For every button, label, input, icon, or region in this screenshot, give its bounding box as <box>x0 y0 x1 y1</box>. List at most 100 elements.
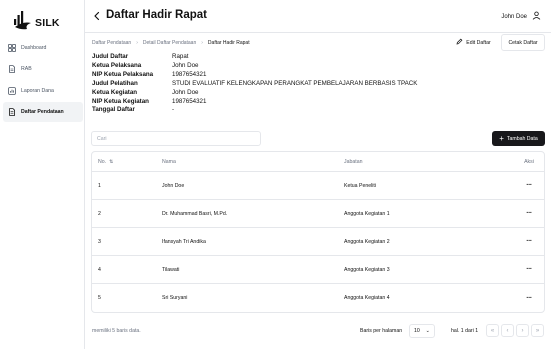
back-arrow-icon[interactable] <box>92 11 102 21</box>
info-value: 1987654321 <box>172 70 207 78</box>
chevron-right-icon: › <box>136 40 138 46</box>
search-input[interactable] <box>91 131 261 146</box>
last-page-button[interactable]: » <box>531 324 544 337</box>
info-row: Ketua Kegiatan John Doe <box>92 89 417 98</box>
detail-info: Judul Daftar Rapat Ketua Pelaksana John Do… <box>92 53 417 115</box>
cell-nama: Tilawati <box>162 266 180 273</box>
more-actions-icon[interactable]: ··· <box>526 182 532 189</box>
more-actions-icon[interactable]: ··· <box>526 266 532 273</box>
tambah-data-button[interactable]: + Tambah Data <box>492 131 545 146</box>
previous-page-button[interactable]: ‹ <box>501 324 514 337</box>
sidebar-item-dashboard[interactable]: Dashboard <box>3 38 83 58</box>
chevron-right-icon: › <box>201 40 203 46</box>
plus-icon: + <box>499 133 504 143</box>
sidebar-nav: Dashboard RAB Laporan Dana Daftar Pendat… <box>3 38 83 123</box>
user-icon <box>532 11 541 22</box>
sidebar: SILK Dashboard RAB Laporan Dana Daftar P… <box>0 0 85 349</box>
cell-jabatan: Anggota Kegiatan 1 <box>344 210 390 217</box>
cell-jabatan: Ketua Peneliti <box>344 182 377 189</box>
info-key: Tanggal Daftar <box>92 106 135 114</box>
cetak-daftar-button[interactable]: Cetak Daftar <box>501 34 545 51</box>
page-title: Daftar Hadir Rapat <box>106 9 207 21</box>
more-actions-icon[interactable]: ··· <box>526 238 532 245</box>
chevron-right-icon: › <box>521 327 524 334</box>
info-key: Ketua Pelaksana <box>92 61 142 69</box>
report-icon <box>8 86 16 95</box>
column-header-jabatan: Jabatan <box>344 158 363 165</box>
first-page-button[interactable]: « <box>486 324 499 337</box>
info-row: NIP Ketua Pelaksana 1987654321 <box>92 71 417 80</box>
cell-nama: Sri Suryani <box>162 295 188 301</box>
next-page-button[interactable]: › <box>516 324 529 337</box>
more-actions-icon[interactable]: ··· <box>526 295 532 302</box>
column-header-label: No. <box>98 158 107 165</box>
sidebar-item-rab[interactable]: RAB <box>3 59 83 79</box>
cell-no: 3 <box>98 238 101 245</box>
cell-jabatan: Anggota Kegiatan 2 <box>344 238 390 245</box>
chevron-down-icon: ⌄ <box>425 328 430 334</box>
column-header-no[interactable]: No. ⇅ <box>92 159 156 165</box>
cell-nama: John Doe <box>162 182 185 189</box>
breadcrumb: Daftar Pendataan › Detail Daftar Pendata… <box>92 40 250 46</box>
cell-no: 1 <box>98 182 101 189</box>
cell-jabatan: Anggota Kegiatan 3 <box>344 266 390 273</box>
sidebar-item-label: Daftar Pendataan <box>21 108 64 115</box>
table-header: No. ⇅ Nama Jabatan Aksi <box>92 152 544 172</box>
dashboard-icon <box>8 44 16 52</box>
user-menu[interactable]: John Doe <box>501 11 541 22</box>
info-row: Judul Pelatihan STUDI EVALUATIF KELENGKAP… <box>92 80 417 89</box>
info-key: Judul Daftar <box>92 53 129 60</box>
info-value: John Doe <box>172 61 199 69</box>
row-count-text: memiliki 5 baris data. <box>92 328 141 334</box>
user-name: John Doe <box>501 13 527 20</box>
info-row: Judul Daftar Rapat <box>92 53 417 62</box>
info-value: Rapat <box>172 53 189 60</box>
column-header-aksi: Aksi <box>524 158 534 165</box>
more-actions-icon[interactable]: ··· <box>526 210 532 217</box>
top-bar: Daftar Hadir Rapat John Doe <box>85 0 551 33</box>
sidebar-item-label: RAB <box>21 66 32 73</box>
table-row: 5 Sri Suryani Anggota Kegiatan 4 ··· <box>92 284 544 312</box>
rows-per-page-label: Baris per halaman <box>360 328 403 334</box>
info-key: Ketua Kegiatan <box>92 88 138 96</box>
edit-daftar-label: Edit Daftar <box>466 39 491 46</box>
rows-per-page-select[interactable]: 10 ⌄ <box>409 324 435 338</box>
breadcrumb-current: Daftar Hadir Rapat <box>207 40 250 46</box>
cell-no: 4 <box>98 266 101 273</box>
chevron-left-icon: ‹ <box>506 327 509 334</box>
table-row: 3 Ifansyah Tri Andika Anggota Kegiatan 2… <box>92 228 544 256</box>
info-row: Ketua Pelaksana John Doe <box>92 62 417 71</box>
breadcrumb-item[interactable]: Daftar Pendataan <box>92 40 131 46</box>
logo-mark-icon <box>14 11 31 30</box>
edit-icon <box>456 38 463 47</box>
logo-text: SILK <box>35 17 60 29</box>
list-icon <box>8 108 16 116</box>
rows-per-page-value: 10 <box>414 328 420 334</box>
breadcrumb-item[interactable]: Detail Daftar Pendataan <box>143 40 196 46</box>
chevron-double-left-icon: « <box>490 327 495 334</box>
info-key: NIP Ketua Pelaksana <box>92 70 154 78</box>
column-header-nama: Nama <box>162 158 176 165</box>
info-key: NIP Ketua Kegiatan <box>92 97 149 105</box>
info-row: Tanggal Daftar - <box>92 106 417 115</box>
page-indicator: hal. 1 dari 1 <box>451 328 479 334</box>
sidebar-item-label: Dashboard <box>21 45 47 51</box>
cell-nama: Ifansyah Tri Andika <box>162 238 206 245</box>
cetak-daftar-label: Cetak Daftar <box>508 39 538 46</box>
sidebar-item-label: Laporan Dana <box>21 87 54 94</box>
cell-jabatan: Anggota Kegiatan 4 <box>344 295 390 301</box>
info-key: Judul Pelatihan <box>92 79 138 87</box>
table-row: 4 Tilawati Anggota Kegiatan 3 ··· <box>92 256 544 284</box>
info-value: John Doe <box>172 88 199 96</box>
sidebar-item-daftar-pendataan[interactable]: Daftar Pendataan <box>3 101 83 122</box>
participants-table: No. ⇅ Nama Jabatan Aksi 1 John Doe Ketua… <box>91 151 545 313</box>
cell-no: 2 <box>98 210 101 217</box>
edit-daftar-button[interactable]: Edit Daftar <box>450 34 497 51</box>
document-icon <box>8 65 16 74</box>
cell-no: 5 <box>98 295 101 301</box>
info-row: NIP Ketua Kegiatan 1987654321 <box>92 98 417 107</box>
cell-nama: Dr. Muhammad Basri, M.Pd. <box>162 210 228 217</box>
table-row: 1 John Doe Ketua Peneliti ··· <box>92 172 544 200</box>
sidebar-item-laporan-dana[interactable]: Laporan Dana <box>3 81 83 101</box>
app-logo[interactable]: SILK <box>13 9 60 31</box>
